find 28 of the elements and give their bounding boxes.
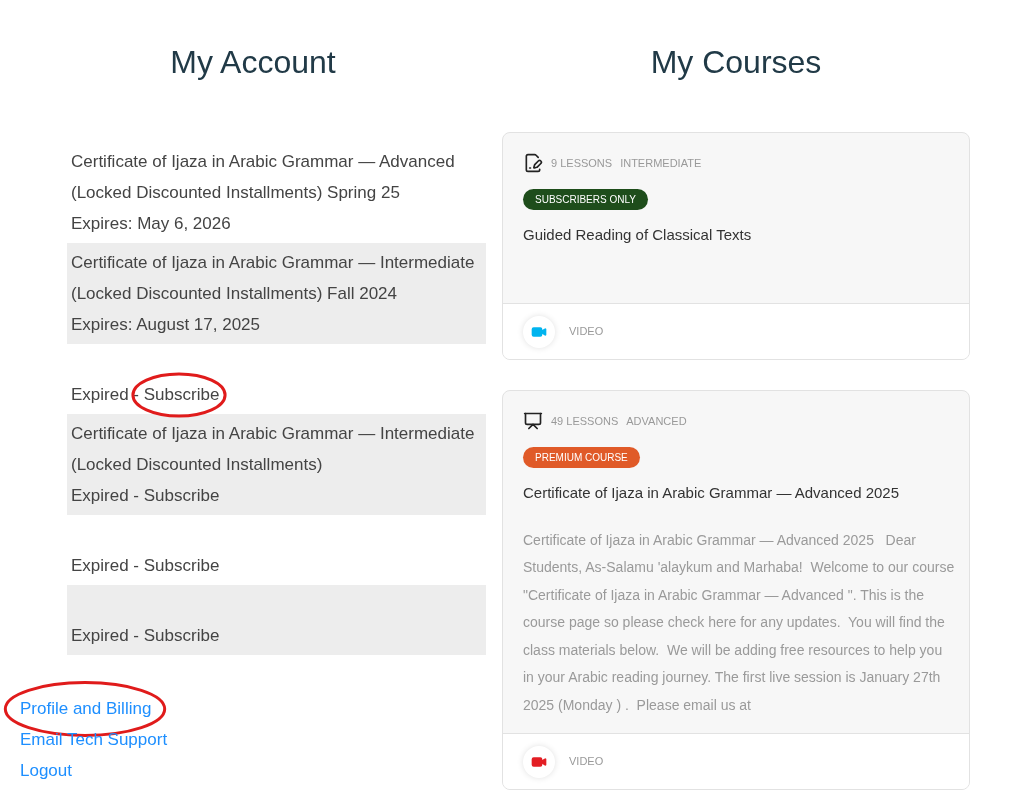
membership-title: Certificate of Ijaza in Arabic Grammar — Intermediate (Locked Discounted Installments) (71, 423, 476, 476)
lesson-count: 9 LESSONS (551, 155, 613, 171)
account-link[interactable]: Logout (20, 755, 72, 786)
lesson-type: VIDEO (569, 324, 604, 340)
course-card[interactable] (502, 390, 970, 790)
membership-title: Certificate of Ijaza in Arabic Grammar — Intermediate (Locked Discounted Installments) Fall 2024 (71, 252, 476, 305)
membership-status: Expires: August 17, 2025 (71, 315, 261, 334)
lesson-type: VIDEO (569, 754, 604, 770)
membership-status: Expired - Subscribe (71, 385, 220, 404)
lesson-count: 49 LESSONS (551, 413, 619, 429)
course-level: ADVANCED (626, 413, 687, 429)
course-card[interactable]: 9 LESSONS INTERMEDIATE SUBSCRIBERS ONLY Guided Reading of Classical Texts VIDEO (502, 132, 970, 360)
membership-title: Certificate of Ijaza in Arabic Grammar — Advanced (Locked Discounted Installments) Spring 25 (71, 151, 456, 204)
course-title: Certificate of Ijaza in Arabic Grammar — Advanced 2025 (523, 483, 900, 503)
account-link[interactable]: Email Tech Support (20, 724, 168, 755)
course-level: INTERMEDIATE (620, 155, 702, 171)
membership-status: Expires: May 6, 2026 (71, 214, 231, 233)
membership-status: Expired - Subscribe (71, 556, 220, 575)
membership-status: Expired - Subscribe (71, 486, 220, 505)
section-title: My Account (169, 43, 337, 82)
course-description: Certificate of Ijaza in Arabic Grammar — Advanced 2025 Dear Students, As-Salamu 'alaykum and Marhaba! Welcome to our course "Certificate of Ijaza in Arabic Grammar — Advanced ". This is the course page so please check here for any updates. You will find the class materials below. We will be adding free resources to help you in your Arabic reading journey. The first live session is January 27th 2025 (Monday ) . Please email us at (523, 530, 955, 715)
course-title: Guided Reading of Classical Texts (523, 225, 753, 245)
course-badge: PREMIUM COURSE (523, 447, 640, 468)
course-badge: SUBSCRIBERS ONLY (523, 189, 648, 210)
presentation-board-icon (523, 411, 543, 431)
membership-status: Expired - Subscribe (71, 626, 220, 645)
section-title: My Courses (649, 43, 823, 82)
document-pen-icon (523, 153, 543, 173)
